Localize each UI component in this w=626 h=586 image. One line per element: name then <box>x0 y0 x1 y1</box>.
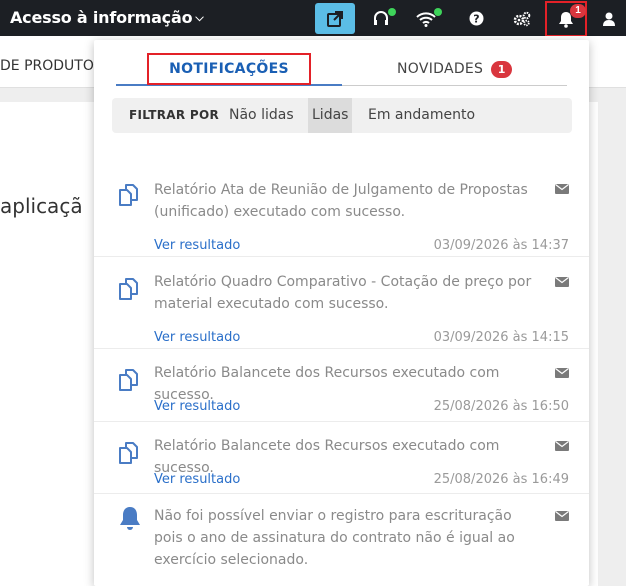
notification-item[interactable]: Relatório Balancete dos Recursos executa… <box>94 422 589 494</box>
notification-message: Relatório Ata de Reunião de Julgamento d… <box>154 182 528 220</box>
online-status-dot <box>388 8 396 16</box>
view-result-link[interactable]: Ver resultado <box>154 472 240 487</box>
notification-message: Não foi possível enviar o registro para … <box>154 508 515 568</box>
envelope-icon[interactable] <box>555 368 569 378</box>
notification-date: 03/09/2026 às 14:37 <box>433 238 569 253</box>
copy-icon <box>119 184 138 206</box>
connection-button[interactable] <box>406 3 446 34</box>
app-menu-title-label: Acesso à informação <box>10 8 193 27</box>
view-result-link[interactable]: Ver resultado <box>154 238 240 253</box>
help-icon: ? <box>469 11 483 26</box>
subnav-products-link[interactable]: DE PRODUTOS <box>0 58 103 74</box>
news-count-badge: 1 <box>491 61 513 78</box>
copy-icon <box>119 369 138 391</box>
notification-item[interactable]: Relatório Ata de Reunião de Julgamento d… <box>94 160 589 257</box>
connection-status-dot <box>434 8 442 16</box>
external-link-button[interactable] <box>315 3 355 34</box>
notification-date: 25/08/2026 às 16:49 <box>433 472 569 487</box>
notification-date: 03/09/2026 às 14:15 <box>433 330 569 345</box>
notifications-panel: NOTIFICAÇÕES NOVIDADES 1 FILTRAR POR Não… <box>94 40 589 586</box>
copy-icon <box>119 442 138 464</box>
user-button[interactable] <box>589 3 626 34</box>
notification-item[interactable]: Não foi possível enviar o registro para … <box>94 494 589 586</box>
tab-notifications[interactable]: NOTIFICAÇÕES <box>116 52 342 86</box>
filter-bar: FILTRAR POR Não lidas Lidas Em andamento <box>112 98 572 133</box>
filter-label: FILTRAR POR <box>129 108 219 122</box>
envelope-icon[interactable] <box>555 184 569 194</box>
view-result-link[interactable]: Ver resultado <box>154 330 240 345</box>
top-bar: Acesso à informação ⌵ ? 1 <box>0 0 626 37</box>
envelope-icon[interactable] <box>555 277 569 287</box>
filter-option-unread[interactable]: Não lidas <box>225 98 298 133</box>
support-button[interactable] <box>361 3 401 34</box>
user-icon <box>603 12 615 26</box>
view-result-link[interactable]: Ver resultado <box>154 399 240 414</box>
notification-date: 25/08/2026 às 16:50 <box>433 399 569 414</box>
notification-item[interactable]: Relatório Balancete dos Recursos executa… <box>94 349 589 422</box>
help-button[interactable]: ? <box>456 3 496 34</box>
gears-icon <box>513 11 531 26</box>
external-link-icon <box>327 10 343 27</box>
notification-message: Relatório Quadro Comparativo - Cotação d… <box>154 274 532 312</box>
content-heading: aplicaçã <box>0 194 83 218</box>
tab-notifications-label: NOTIFICAÇÕES <box>147 53 311 85</box>
bell-icon <box>120 507 140 530</box>
envelope-icon[interactable] <box>555 511 569 521</box>
wifi-icon <box>416 11 436 27</box>
app-menu-title[interactable]: Acesso à informação ⌵ <box>10 8 204 27</box>
tab-news[interactable]: NOVIDADES 1 <box>342 52 567 86</box>
filter-option-in-progress[interactable]: Em andamento <box>364 98 479 133</box>
tab-news-label: NOVIDADES <box>396 61 484 77</box>
filter-option-read[interactable]: Lidas <box>308 98 353 133</box>
notification-count-badge: 1 <box>570 4 586 18</box>
copy-icon <box>119 278 138 300</box>
notification-item[interactable]: Relatório Quadro Comparativo - Cotação d… <box>94 257 589 349</box>
envelope-icon[interactable] <box>555 441 569 451</box>
settings-button[interactable] <box>502 3 542 34</box>
notifications-button[interactable]: 1 <box>545 1 587 37</box>
svg-text:?: ? <box>473 13 479 26</box>
chevron-down-icon: ⌵ <box>195 11 204 24</box>
